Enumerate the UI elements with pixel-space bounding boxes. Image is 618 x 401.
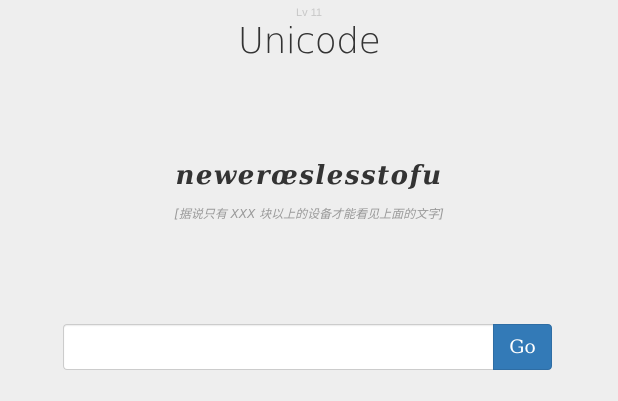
page-title: Unicode bbox=[237, 21, 381, 62]
puzzle-text: newerœslesstofu bbox=[175, 161, 443, 191]
answer-input[interactable] bbox=[63, 324, 493, 370]
answer-form: Go bbox=[63, 324, 552, 370]
puzzle-caption: [据说只有 XXX 块以上的设备才能看见上面的文字] bbox=[174, 207, 444, 221]
go-button[interactable]: Go bbox=[493, 324, 552, 370]
